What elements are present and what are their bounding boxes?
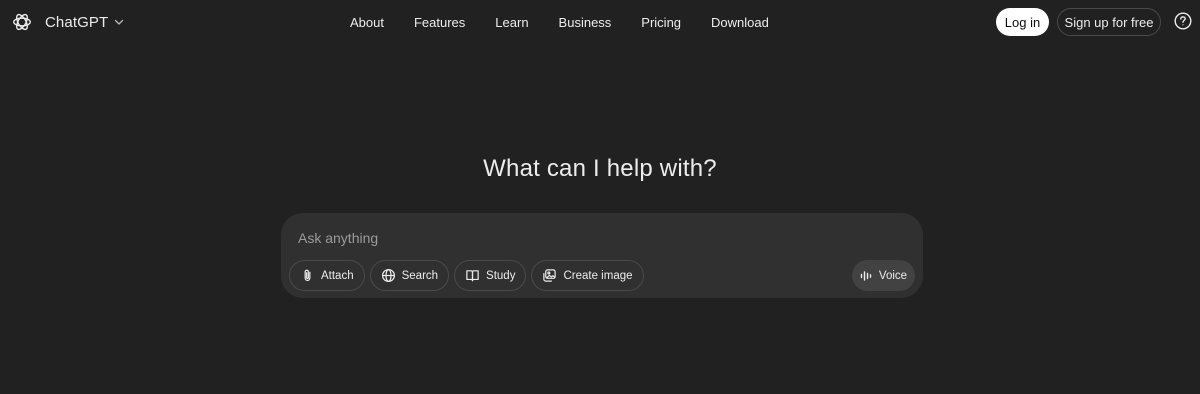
study-label: Study xyxy=(486,269,516,282)
attach-button[interactable]: Attach xyxy=(289,260,365,291)
top-header: ChatGPT About Features Learn Business Pr… xyxy=(0,0,1200,44)
composer-tools: Attach Search Study Create image xyxy=(289,260,649,291)
prompt-input[interactable] xyxy=(298,228,798,248)
brand-name: ChatGPT xyxy=(45,13,109,31)
paperclip-icon xyxy=(304,269,311,282)
search-label: Search xyxy=(401,269,439,282)
openai-logo-icon xyxy=(13,13,31,31)
waveform-icon xyxy=(860,270,872,281)
brand-menu[interactable]: ChatGPT xyxy=(11,10,125,34)
nav-business[interactable]: Business xyxy=(559,15,612,30)
login-button[interactable]: Log in xyxy=(996,8,1049,36)
nav-learn[interactable]: Learn xyxy=(495,15,528,30)
voice-label: Voice xyxy=(878,269,908,282)
globe-icon xyxy=(381,268,395,283)
page-title: What can I help with? xyxy=(483,155,717,182)
image-icon xyxy=(543,269,557,282)
nav-pricing[interactable]: Pricing xyxy=(641,15,681,30)
voice-button[interactable]: Voice xyxy=(852,260,915,291)
create-image-label: Create image xyxy=(563,269,633,282)
question-circle-icon[interactable] xyxy=(1174,12,1192,30)
nav-download[interactable]: Download xyxy=(711,15,769,30)
nav-about[interactable]: About xyxy=(350,15,384,30)
nav-features[interactable]: Features xyxy=(414,15,465,30)
study-button[interactable]: Study xyxy=(454,260,527,291)
book-icon xyxy=(466,270,479,282)
chatgpt-home: ChatGPT About Features Learn Business Pr… xyxy=(0,0,1200,394)
create-image-button[interactable]: Create image xyxy=(531,260,644,291)
chevron-down-icon xyxy=(115,19,124,25)
signup-button[interactable]: Sign up for free xyxy=(1057,8,1161,36)
composer: Attach Search Study xyxy=(281,213,923,298)
attach-label: Attach xyxy=(321,269,354,282)
search-button[interactable]: Search xyxy=(369,260,450,291)
main-nav: About Features Learn Business Pricing Do… xyxy=(350,12,769,32)
